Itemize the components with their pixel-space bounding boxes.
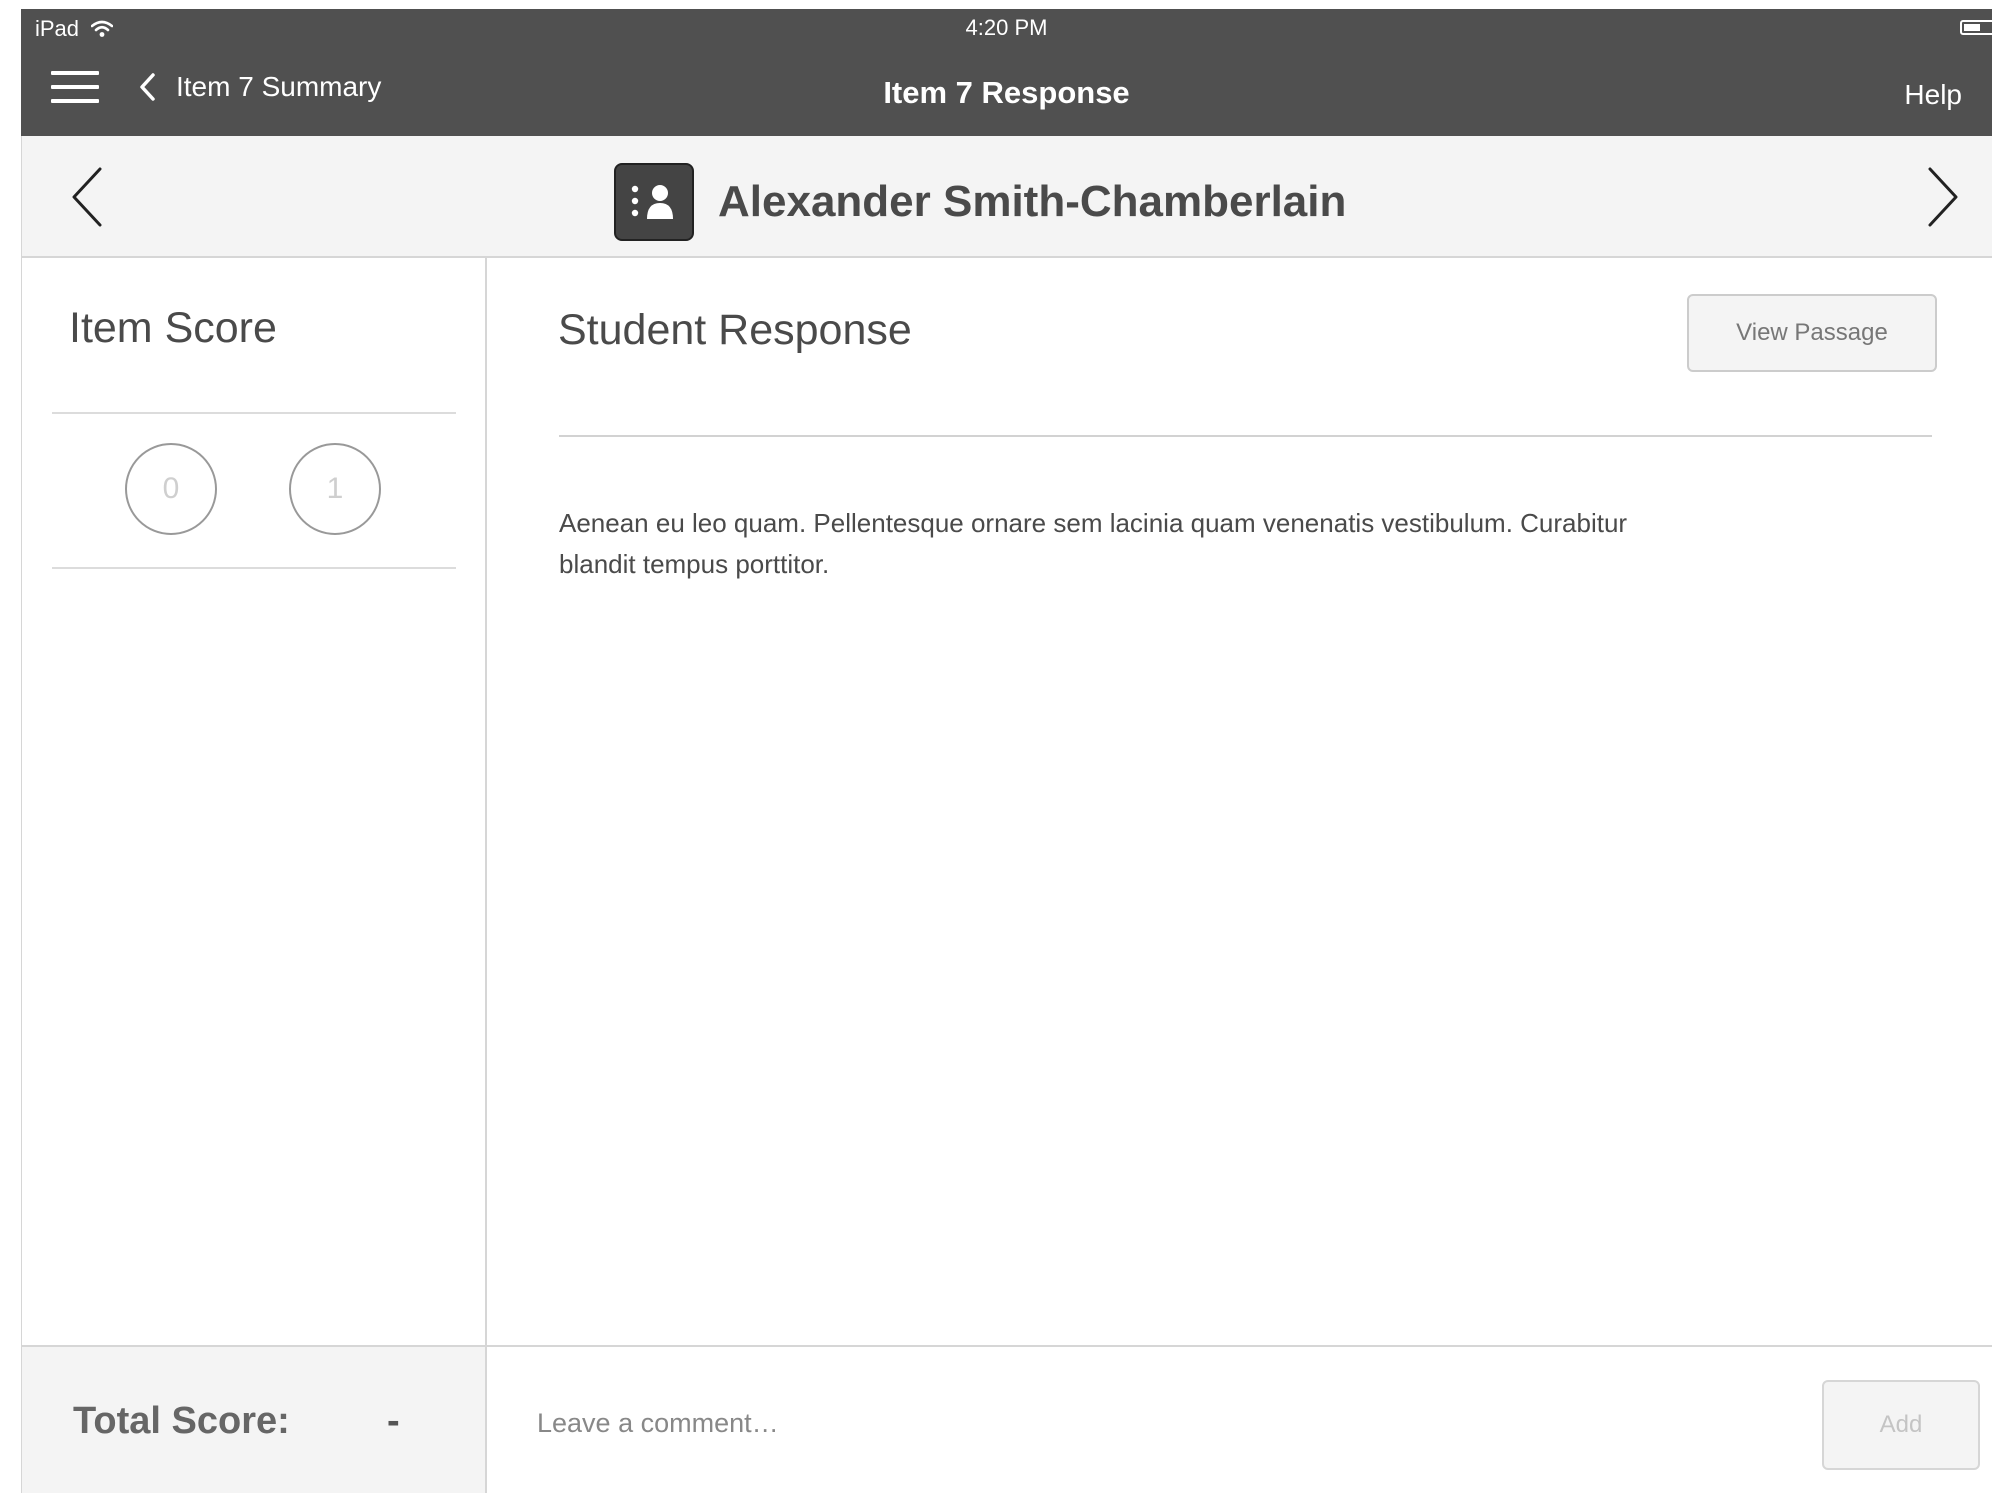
add-comment-button[interactable]: Add (1822, 1380, 1980, 1470)
chevron-left-icon (72, 167, 102, 227)
help-link[interactable]: Help (1904, 79, 1962, 111)
page-title: Item 7 Response (883, 75, 1130, 110)
divider (559, 435, 1932, 437)
comment-input[interactable] (535, 1397, 1739, 1449)
score-option-1[interactable]: 1 (289, 443, 381, 535)
total-score-value: - (387, 1400, 400, 1442)
item-score-heading: Item Score (69, 304, 277, 352)
item-score-panel: Item Score 0 1 (21, 258, 487, 1345)
chevron-right-icon (1928, 167, 1958, 227)
student-response-panel: Student Response View Passage Aenean eu … (487, 258, 1992, 1345)
divider (52, 412, 456, 414)
total-score-label: Total Score: (73, 1400, 290, 1442)
score-option-0[interactable]: 0 (125, 443, 217, 535)
status-time: 4:20 PM (965, 15, 1048, 40)
student-response-heading: Student Response (558, 306, 912, 354)
battery-icon (1960, 20, 1992, 35)
top-navigation-bar: iPad 4:20 PM Item 7 Summary Item 7 Respo… (21, 9, 1992, 136)
view-passage-button[interactable]: View Passage (1687, 294, 1937, 372)
app-frame: iPad 4:20 PM Item 7 Summary Item 7 Respo… (21, 9, 1992, 1493)
student-response-text: Aenean eu leo quam. Pellentesque ornare … (559, 508, 1628, 579)
divider (52, 567, 456, 569)
total-score-bar: Total Score: - (21, 1345, 487, 1493)
student-list-icon[interactable] (614, 163, 694, 241)
previous-student-button[interactable] (68, 166, 108, 228)
student-identity: Alexander Smith-Chamberlain (614, 163, 1346, 241)
comment-bar: Add (487, 1345, 1992, 1493)
student-header: Alexander Smith-Chamberlain (21, 136, 1992, 258)
student-name: Alexander Smith-Chamberlain (718, 177, 1347, 226)
next-student-button[interactable] (1922, 166, 1962, 228)
